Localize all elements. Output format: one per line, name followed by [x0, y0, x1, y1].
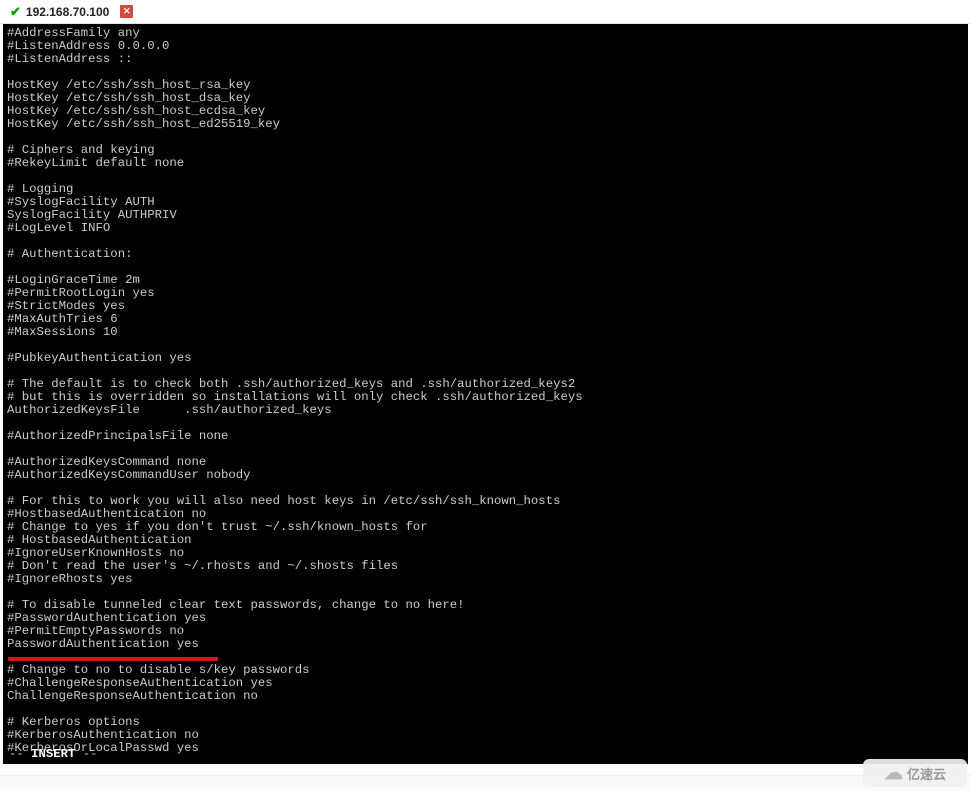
terminal-line: AuthorizedKeysFile .ssh/authorized_keys: [7, 404, 964, 417]
terminal-line: [7, 235, 964, 248]
vim-status-line: -- INSERT --: [9, 748, 98, 761]
terminal-line: #AuthorizedPrincipalsFile none: [7, 430, 964, 443]
terminal-line: #MaxAuthTries 6: [7, 313, 964, 326]
terminal-line: [7, 261, 964, 274]
terminal-line: [7, 170, 964, 183]
terminal-line: [7, 703, 964, 716]
tab-bar: ✔ 192.168.70.100 ✕: [0, 0, 971, 24]
close-tab-button[interactable]: ✕: [120, 5, 133, 18]
terminal-line: #MaxSessions 10: [7, 326, 964, 339]
horizontal-scrollbar[interactable]: [0, 775, 971, 791]
terminal-line: #LogLevel INFO: [7, 222, 964, 235]
terminal-line: #AuthorizedKeysCommandUser nobody: [7, 469, 964, 482]
terminal-line: #KerberosOrLocalPasswd yes: [7, 742, 964, 755]
terminal-line: #IgnoreRhosts yes: [7, 573, 964, 586]
terminal-line: #ListenAddress 0.0.0.0: [7, 40, 964, 53]
terminal-line: HostKey /etc/ssh/ssh_host_ed25519_key: [7, 118, 964, 131]
terminal-line: #PubkeyAuthentication yes: [7, 352, 964, 365]
terminal-line: # Don't read the user's ~/.rhosts and ~/…: [7, 560, 964, 573]
connection-tab[interactable]: ✔ 192.168.70.100 ✕: [4, 2, 139, 22]
terminal-line: #ListenAddress ::: [7, 53, 964, 66]
connected-check-icon: ✔: [10, 4, 21, 20]
watermark-badge: ☁ 亿速云: [863, 759, 967, 787]
terminal-view[interactable]: #AddressFamily any#ListenAddress 0.0.0.0…: [3, 24, 968, 764]
terminal-line: # Authentication:: [7, 248, 964, 261]
terminal-line: ChallengeResponseAuthentication no: [7, 690, 964, 703]
watermark-text: 亿速云: [907, 764, 946, 783]
terminal-line: SyslogFacility AUTHPRIV: [7, 209, 964, 222]
terminal-line: #RekeyLimit default none: [7, 157, 964, 170]
terminal-line: #PermitRootLogin yes: [7, 287, 964, 300]
tab-ip-label: 192.168.70.100: [26, 5, 109, 19]
terminal-line: PasswordAuthentication yes: [7, 638, 964, 651]
terminal-line: #StrictModes yes: [7, 300, 964, 313]
cloud-icon: ☁: [884, 762, 903, 785]
